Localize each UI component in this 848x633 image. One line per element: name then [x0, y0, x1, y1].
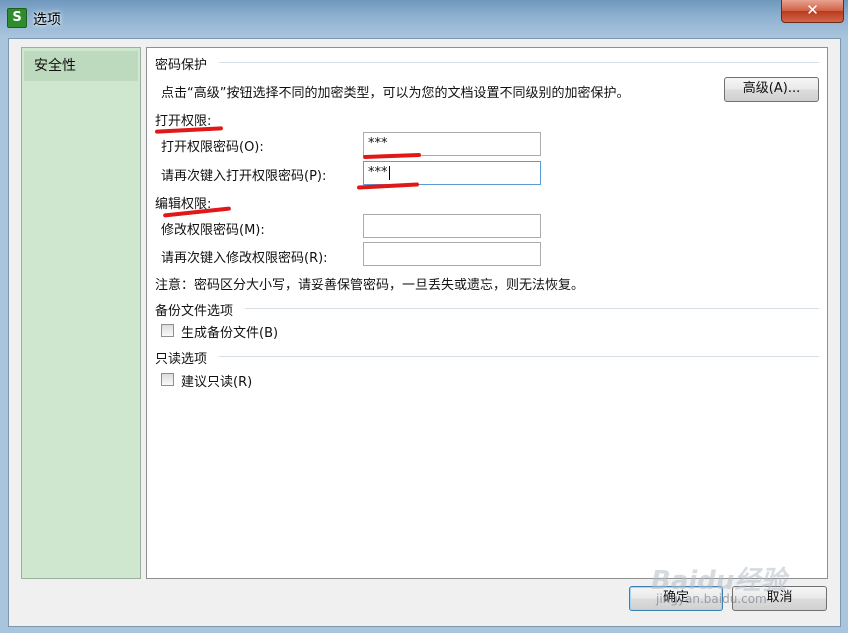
- section-divider: [219, 62, 819, 63]
- section-divider: [219, 356, 819, 357]
- advanced-button[interactable]: 高级(A)...: [724, 77, 819, 102]
- encryption-description: 点击“高级”按钮选择不同的加密类型，可以为您的文档设置不同级别的加密保护。: [161, 86, 630, 101]
- dialog-client-area: 安全性 密码保护 点击“高级”按钮选择不同的加密类型，可以为您的文档设置不同级别…: [8, 38, 841, 627]
- backup-options-heading: 备份文件选项: [155, 304, 234, 319]
- confirm-open-password-value: ***: [368, 165, 388, 180]
- close-button[interactable]: ✕: [781, 0, 844, 23]
- recommend-readonly-label[interactable]: 建议只读(R): [181, 371, 252, 390]
- close-icon: ✕: [806, 1, 819, 19]
- red-underline-annotation: [362, 152, 422, 160]
- window-frame-bottom: [0, 626, 848, 633]
- category-sidebar: 安全性: [21, 47, 141, 579]
- security-settings-panel: 密码保护 点击“高级”按钮选择不同的加密类型，可以为您的文档设置不同级别的加密保…: [146, 47, 828, 579]
- password-note: 注意：密码区分大小写，请妥善保管密码，一旦丢失或遗忘，则无法恢复。: [155, 278, 585, 293]
- sidebar-item-security[interactable]: 安全性: [24, 51, 138, 81]
- confirm-modify-password-input[interactable]: [363, 242, 541, 266]
- open-password-label: 打开权限密码(O):: [161, 140, 264, 155]
- readonly-options-heading: 只读选项: [155, 352, 208, 367]
- watermark-url: jingyan.baidu.com: [656, 592, 767, 606]
- confirm-modify-password-label: 请再次键入修改权限密码(R):: [161, 251, 328, 266]
- open-password-input[interactable]: ***: [363, 132, 541, 156]
- confirm-open-password-label: 请再次键入打开权限密码(P):: [161, 169, 327, 184]
- spreadsheet-app-icon: S: [7, 8, 27, 28]
- section-divider: [245, 308, 819, 309]
- open-permission-heading: 打开权限:: [155, 114, 212, 129]
- modify-password-label: 修改权限密码(M):: [161, 223, 265, 238]
- window-frame-left: [0, 38, 8, 633]
- text-caret: [388, 165, 390, 180]
- title-bar[interactable]: S 选项 ✕: [0, 0, 848, 38]
- recommend-readonly-checkbox[interactable]: [161, 373, 174, 386]
- confirm-open-password-input[interactable]: ***: [363, 161, 541, 185]
- modify-password-input[interactable]: [363, 214, 541, 238]
- window-title: 选项: [33, 12, 61, 28]
- create-backup-label[interactable]: 生成备份文件(B): [181, 322, 278, 341]
- create-backup-checkbox[interactable]: [161, 324, 174, 337]
- password-protection-heading: 密码保护: [155, 58, 208, 73]
